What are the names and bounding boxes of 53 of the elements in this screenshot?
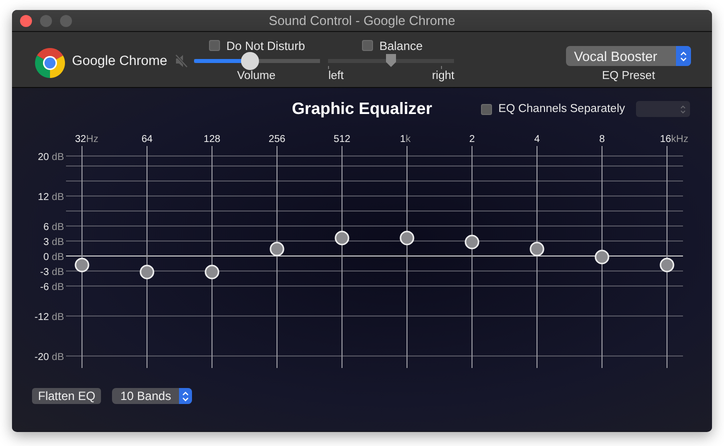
slider-thumb[interactable] (74, 258, 90, 272)
axis-label: -20 dB (34, 352, 64, 363)
stepper-icon (680, 104, 686, 114)
slider-thumb[interactable] (270, 242, 284, 256)
equalizer-title: Graphic Equalizer (292, 100, 432, 118)
stepper-icon (676, 46, 691, 66)
window-title: Sound Control - Google Chrome (268, 13, 456, 28)
frequency-label: 32Hz (75, 134, 98, 145)
frequency-label: 8 (599, 134, 605, 145)
flatten-eq-button[interactable]: Flatten EQ (32, 388, 102, 404)
frequency-label: 4 (534, 134, 540, 145)
checkbox-label: EQ Channels Separately (498, 103, 625, 115)
axis-label: 12 dB (38, 192, 64, 203)
checkbox[interactable] (362, 40, 374, 51)
slider-thumb[interactable] (334, 230, 350, 246)
frequency-label: 512 (334, 134, 350, 145)
slider-thumb[interactable] (140, 264, 154, 280)
axis-label: -6 dB (40, 282, 64, 293)
slider-thumb[interactable] (400, 230, 414, 246)
slider-thumb[interactable] (204, 264, 220, 280)
muted-speaker-icon[interactable] (175, 54, 188, 68)
browser-logo-icon (35, 48, 65, 78)
axis-label: 0 dB (43, 252, 64, 263)
slider-thumb[interactable] (660, 258, 674, 272)
eq-preset-dropdown[interactable]: Vocal Booster (566, 46, 691, 66)
close-button[interactable] (20, 15, 32, 27)
eq-preset-label: EQ Preset (602, 70, 656, 82)
balance-left-label: left (328, 70, 344, 84)
axis-label: -3 dB (40, 267, 64, 278)
frequency-label: 16kHz (660, 134, 688, 145)
checkbox[interactable] (209, 40, 220, 51)
slider-thumb[interactable] (530, 242, 544, 256)
slider-thumb[interactable] (240, 52, 259, 70)
volume-label: Volume (237, 70, 276, 84)
bands-dropdown[interactable]: 10 Bands (112, 388, 192, 404)
slider-thumb[interactable] (464, 234, 480, 250)
axis-label: -12 dB (34, 312, 64, 323)
balance-right-label: right (432, 70, 454, 84)
frequency-label: 1k (400, 134, 411, 145)
app-name: Google Chrome (72, 53, 168, 68)
stepper-icon (179, 388, 192, 404)
axis-label: 3 dB (43, 237, 64, 248)
checkbox-label: Do Not Disturb (226, 38, 306, 52)
frequency-label: 256 (268, 134, 286, 145)
frequency-label: 64 (141, 134, 153, 145)
frequency-label: 128 (204, 134, 220, 145)
checkbox[interactable] (481, 104, 492, 114)
slider-thumb[interactable] (594, 250, 610, 264)
checkbox-label: Balance (379, 38, 423, 52)
axis-label: 6 dB (43, 222, 64, 233)
slider-thumb[interactable] (385, 53, 398, 68)
frequency-label: 2 (469, 134, 475, 145)
axis-label: 20 dB (38, 152, 64, 163)
